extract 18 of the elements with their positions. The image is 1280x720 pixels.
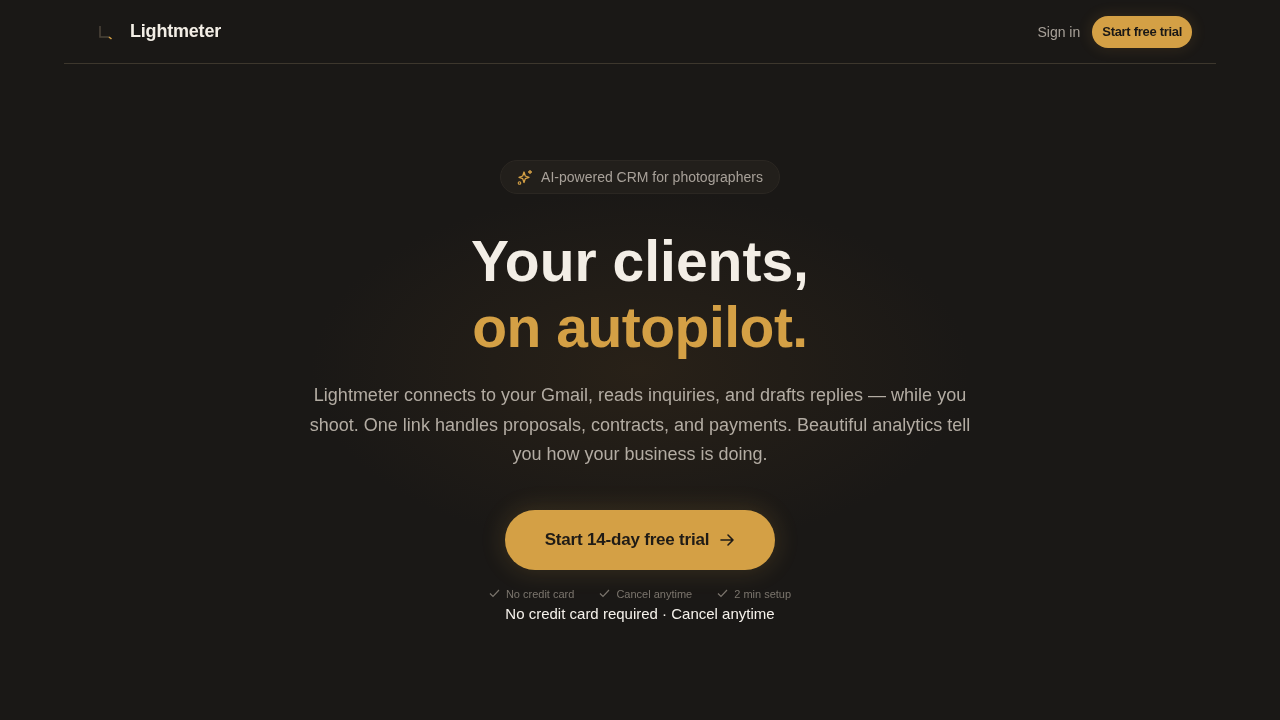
sign-in-link[interactable]: Sign in [1037,23,1081,40]
check-icon [717,589,729,598]
perk-text: 2 min setup [734,586,792,601]
check-icon [488,589,500,598]
perk-text: No credit card [505,586,575,601]
headline: Your clients, [471,228,809,294]
check-icon [599,589,611,598]
brand-name: Lightmeter [130,21,221,42]
start-trial-cta-button[interactable]: Start 14-day free trial [505,509,775,570]
logo-icon [97,23,113,40]
sparkle-icon [517,169,534,185]
tagline-text: AI-powered CRM for photographers [541,169,763,185]
arrow-right-icon [719,531,736,548]
trial-note: No credit card required · Cancel anytime [505,603,775,623]
start-trial-button[interactable]: Start free trial [1092,15,1192,48]
hero-description: Lightmeter connects to your Gmail, reads inquiries, and drafts replies — while you shoot. One link handles proposals, contracts, and payments. Beautiful analytics tell you how your business is doing. [308,384,972,466]
perk-text: Cancel anytime [616,586,693,601]
headline-accent: on autopilot. [472,294,808,360]
